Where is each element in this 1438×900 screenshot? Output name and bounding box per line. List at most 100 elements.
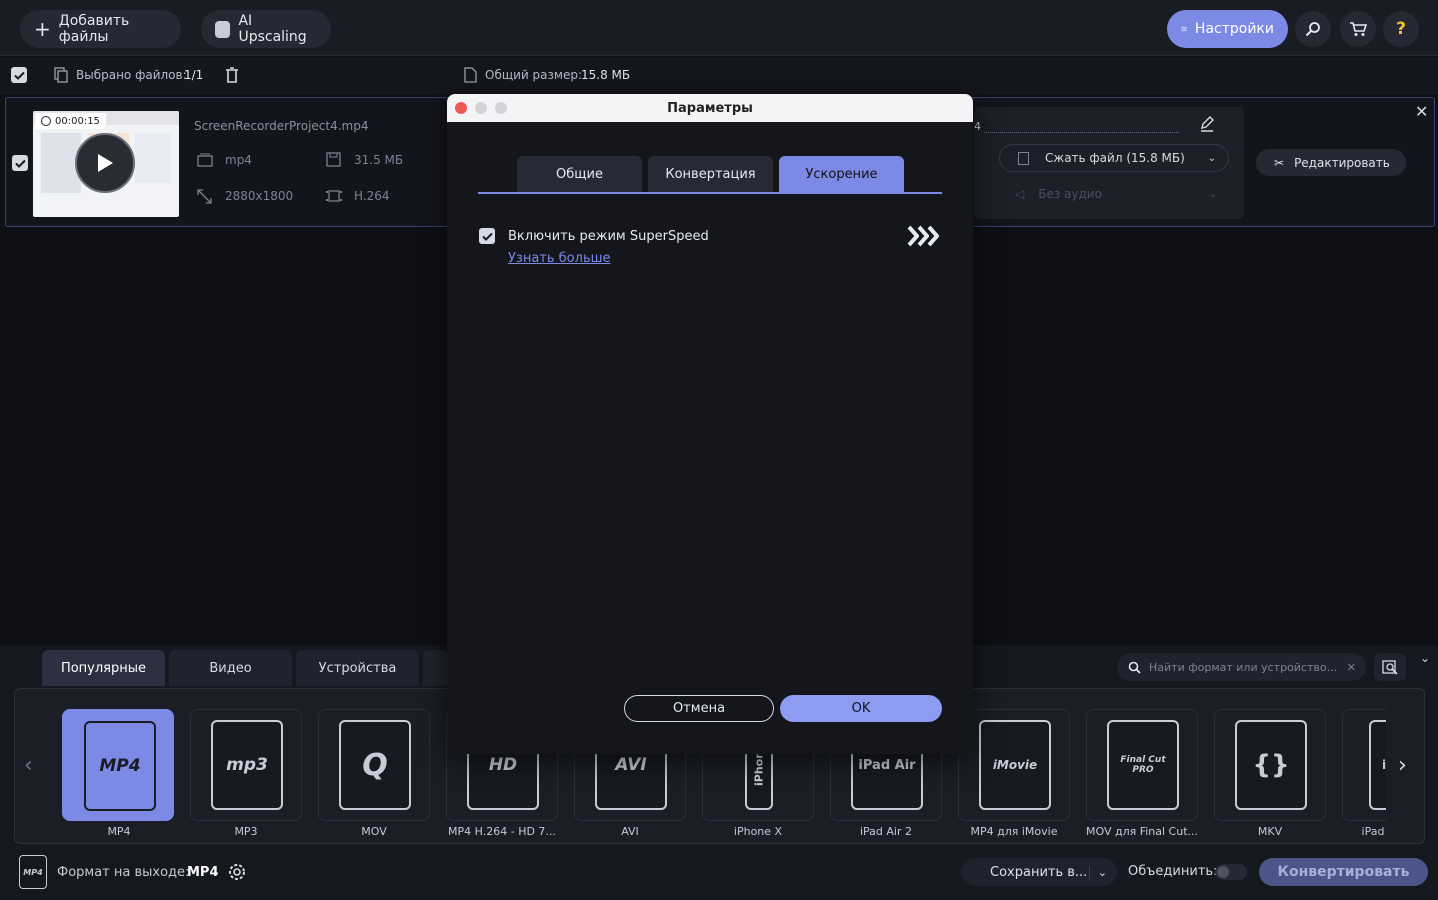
format-label-mov: MOV	[361, 825, 387, 838]
edit-button[interactable]: ✂ Редактировать	[1256, 149, 1406, 176]
tab-general[interactable]: Общие	[517, 156, 642, 192]
superspeed-checkbox[interactable]	[479, 228, 495, 244]
superspeed-label: Включить режим SuperSpeed	[508, 229, 709, 244]
save-to-button[interactable]: Сохранить в... ⌄	[961, 858, 1117, 886]
clock-icon	[41, 116, 51, 126]
convert-button[interactable]: Конвертировать	[1259, 858, 1428, 886]
format-tile-mkv[interactable]: {}	[1214, 709, 1326, 821]
sliders-icon	[1181, 26, 1187, 32]
format-tile-mov[interactable]: Q	[318, 709, 430, 821]
output-settings-button[interactable]	[226, 861, 250, 885]
help-button[interactable]: ?	[1383, 11, 1419, 47]
format-tile-imovie[interactable]: iMovie	[958, 709, 1070, 821]
search-icon	[1128, 661, 1141, 674]
tab-acceleration[interactable]: Ускорение	[779, 156, 904, 192]
format-tile-final-cut[interactable]: Final Cut PRO	[1086, 709, 1198, 821]
audio-dropdown[interactable]: ◁ Без аудио ⌄	[999, 180, 1229, 208]
merge-toggle[interactable]	[1215, 864, 1247, 880]
format-label-avi: AVI	[621, 825, 639, 838]
output-panel: 4 Сжать файл (15.8 МБ) ⌄ ◁ Без аудио ⌄	[974, 107, 1244, 219]
imovie-icon: iMovie	[979, 720, 1051, 810]
final-cut-icon: Final Cut PRO	[1107, 720, 1179, 810]
speaker-icon: ◁	[1015, 187, 1025, 201]
gear-icon	[229, 864, 245, 880]
chevron-down-icon[interactable]: ⌄	[1088, 865, 1107, 879]
scroll-left-button[interactable]: ‹	[24, 753, 33, 778]
ai-upscaling-button[interactable]: AI Upscaling	[201, 10, 331, 48]
total-size-label: Общий размер:	[485, 68, 583, 82]
merge-label: Объединить:	[1128, 864, 1218, 879]
check-icon	[14, 159, 26, 168]
file-name: ScreenRecorderProject4.mp4	[194, 119, 369, 133]
select-all-checkbox[interactable]	[11, 67, 27, 83]
mkv-icon: {}	[1235, 720, 1307, 810]
codec-icon	[326, 190, 342, 202]
trash-icon	[226, 67, 238, 83]
add-files-label: Добавить файлы	[58, 13, 130, 45]
cart-icon	[1350, 22, 1367, 36]
dialog-title: Параметры	[667, 100, 753, 116]
compress-label: Сжать файл (15.8 МБ)	[1045, 151, 1185, 165]
device-search-icon	[1382, 660, 1398, 675]
tab-popular[interactable]: Популярные	[42, 650, 165, 686]
tab-video[interactable]: Видео	[169, 650, 292, 686]
search-button[interactable]	[1295, 11, 1331, 47]
output-filename: 4	[974, 120, 981, 133]
mp4-icon: MP4	[84, 721, 156, 811]
format-tile-ipad[interactable]: i	[1342, 709, 1386, 821]
dialog-titlebar: Параметры	[447, 94, 973, 122]
device-detect-button[interactable]	[1374, 653, 1406, 681]
clear-search-icon[interactable]: ✕	[1347, 661, 1356, 674]
output-divider	[984, 132, 1179, 133]
tab-audio[interactable]	[423, 650, 447, 686]
settings-button[interactable]: Настройки	[1167, 10, 1288, 48]
play-button[interactable]	[75, 133, 135, 193]
mp3-icon: mp3	[211, 720, 283, 810]
compress-icon	[1018, 151, 1029, 165]
collapse-panel-icon[interactable]: ⌄	[1420, 651, 1430, 665]
delete-button[interactable]	[224, 66, 242, 84]
search-icon	[1305, 22, 1320, 37]
cart-button[interactable]	[1340, 11, 1376, 47]
format-label-final-cut: MOV для Final Cut...	[1085, 825, 1199, 838]
quicktime-icon: Q	[339, 720, 411, 810]
chevron-down-icon: ⌄	[1208, 188, 1217, 200]
format-tile-mp3[interactable]: mp3	[190, 709, 302, 821]
file-checkbox[interactable]	[12, 155, 28, 171]
file-resolution: 2880x1800	[225, 189, 294, 203]
file-format: mp4	[225, 153, 252, 167]
learn-more-link[interactable]: Узнать больше	[508, 251, 611, 266]
close-window-button[interactable]	[455, 102, 467, 114]
rename-button[interactable]	[1199, 116, 1217, 134]
format-search-input[interactable]: Найти формат или устройство... ✕	[1117, 653, 1366, 681]
document-icon	[464, 67, 477, 83]
search-placeholder: Найти формат или устройство...	[1149, 660, 1338, 674]
superspeed-icon	[907, 225, 939, 247]
files-icon	[54, 67, 68, 83]
scissors-icon: ✂	[1274, 155, 1285, 170]
zoom-window-button[interactable]	[495, 102, 507, 114]
format-label-iphone: iPhone X	[733, 825, 783, 838]
edit-label: Редактировать	[1294, 155, 1390, 170]
close-icon[interactable]: ✕	[1415, 102, 1428, 121]
ai-chip-icon	[215, 20, 231, 38]
compress-dropdown[interactable]: Сжать файл (15.8 МБ) ⌄	[999, 144, 1229, 172]
format-tile-mp4[interactable]: MP4	[62, 709, 174, 821]
tab-conversion[interactable]: Конвертация	[648, 156, 773, 192]
chevron-down-icon: ⌄	[1207, 152, 1216, 164]
duration-badge: 00:00:15	[35, 113, 106, 129]
format-icon	[197, 153, 213, 167]
add-files-button[interactable]: + Добавить файлы	[20, 10, 181, 48]
output-format-value: MP4	[187, 865, 219, 880]
scroll-right-button[interactable]: ›	[1398, 753, 1407, 778]
cancel-button[interactable]: Отмена	[624, 695, 774, 722]
minimize-window-button[interactable]	[475, 102, 487, 114]
file-size: 31.5 МБ	[354, 153, 404, 167]
format-label-mkv: MKV	[1257, 825, 1283, 838]
ok-button[interactable]: OK	[780, 695, 942, 722]
selected-files-label: Выбрано файлов:	[76, 68, 187, 82]
output-format-label: Формат на выходе:	[57, 865, 190, 880]
app-window: + Добавить файлы AI Upscaling Настройки …	[0, 0, 1438, 900]
audio-label: Без аудио	[1038, 187, 1102, 201]
tab-devices[interactable]: Устройства	[296, 650, 419, 686]
